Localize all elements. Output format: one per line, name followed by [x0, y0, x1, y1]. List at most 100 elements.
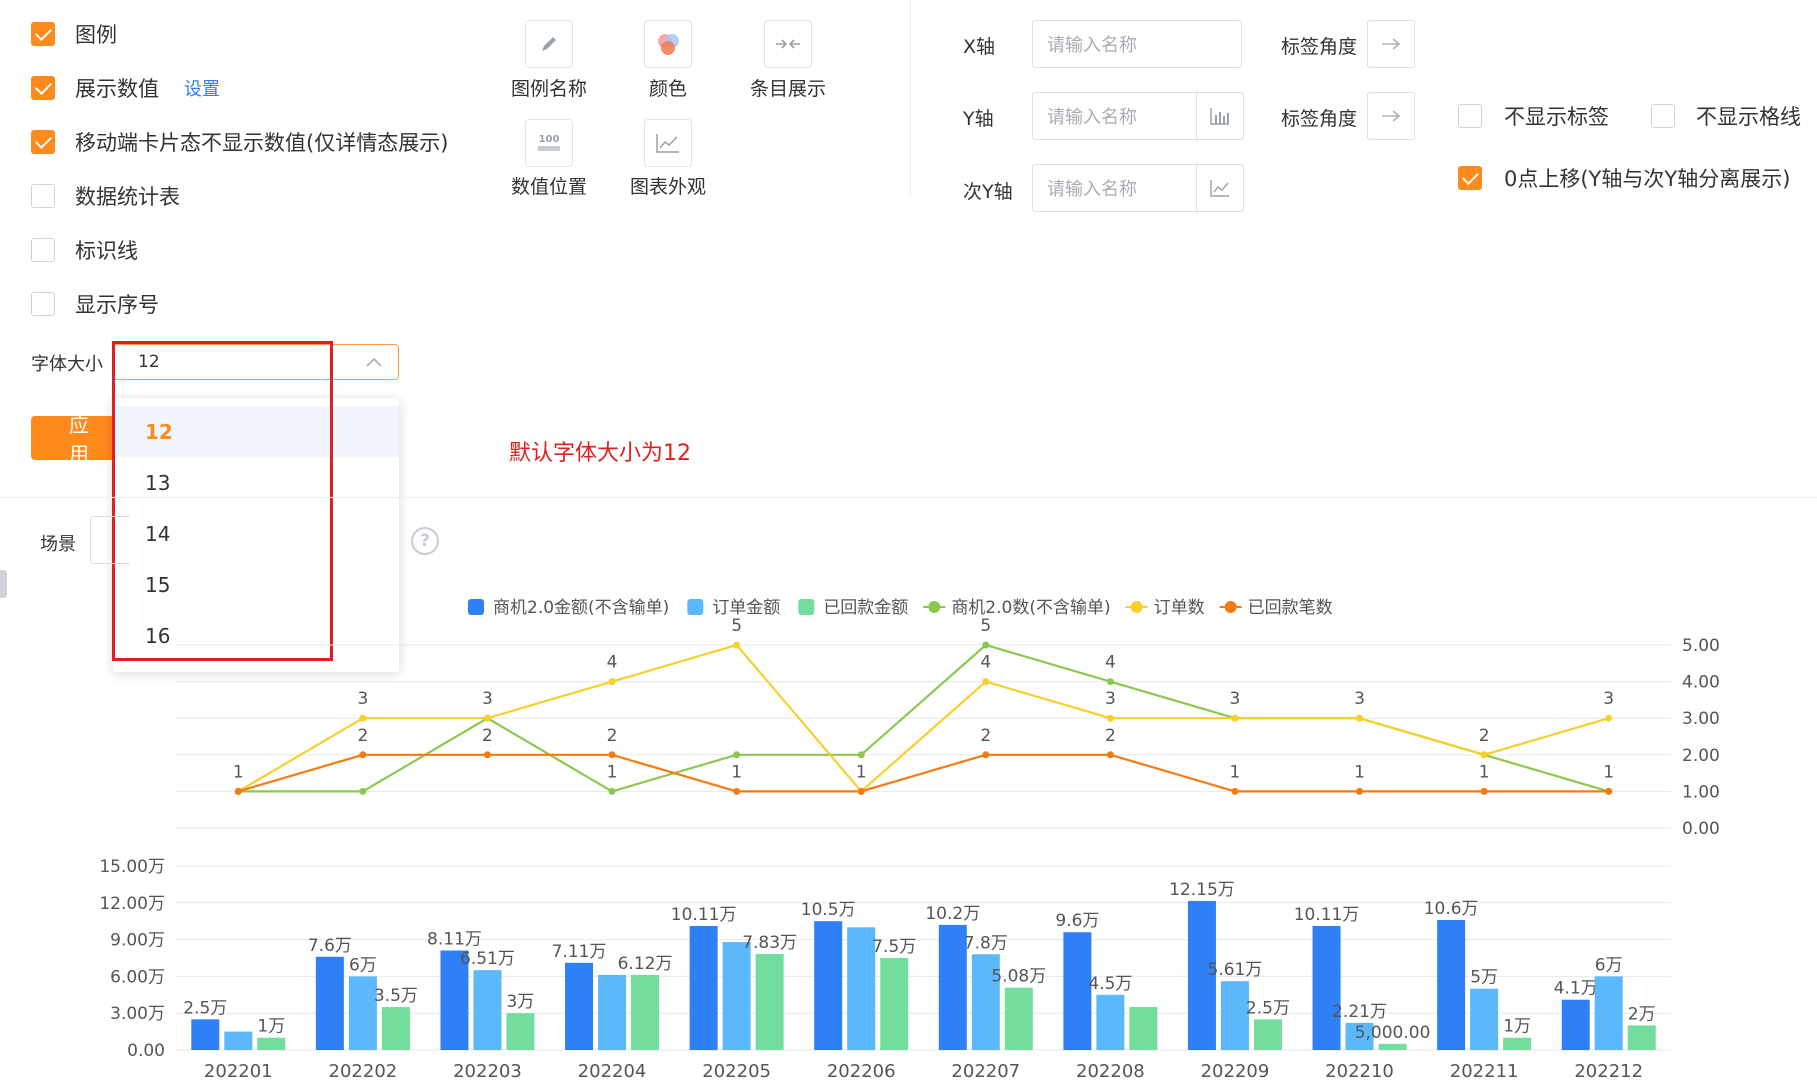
x-axis-name-input[interactable]: 请输入名称: [1032, 20, 1242, 68]
y2-tick-label-2: 2.00: [1682, 746, 1720, 766]
hide-grid-checkbox[interactable]: [1651, 104, 1675, 128]
bar-0-4: [689, 925, 718, 1050]
hide-labels-label: 不显示标签: [1504, 105, 1609, 129]
line-value-label-2-3: 2: [607, 726, 618, 746]
data-table-checkbox[interactable]: [31, 184, 55, 208]
bar-1-1: [348, 976, 377, 1050]
arrow-right-icon: [1382, 110, 1401, 122]
bar-value-label-2-3: 6.12万: [618, 954, 673, 974]
section-divider-vertical: [910, 0, 911, 195]
y2-axis-name-input[interactable]: 请输入名称: [1032, 164, 1244, 212]
bar-0-6: [938, 924, 967, 1050]
combo-chart: 商机2.0金额(不含输单) 订单金额 已回款金额 商机2.0数(不含输单) 订单数 已回款…: [99, 598, 1720, 1082]
legend-checkbox[interactable]: [31, 22, 55, 46]
x-tick-label-0: 202201: [204, 1061, 273, 1082]
y-tick-label-0: 0.00: [127, 1041, 165, 1061]
item-display-button[interactable]: [764, 20, 812, 68]
value-position-button[interactable]: 100: [525, 119, 573, 167]
legend-label-0: 商机2.0金额(不含输单): [493, 598, 669, 618]
legend-name-button[interactable]: [525, 20, 573, 68]
bar-2-8: [1253, 1019, 1282, 1050]
legend-label-5: 已回款笔数: [1248, 598, 1333, 618]
bar-value-label-1-10: 5万: [1470, 968, 1498, 988]
y2-tick-label-1: 1.00: [1682, 782, 1720, 802]
legend-marker-4: [1130, 601, 1143, 613]
bar-value-label-2-11: 2万: [1628, 1004, 1656, 1024]
mobile-hide-values-checkbox[interactable]: [31, 130, 55, 154]
legend-swatch-0: [468, 599, 484, 615]
bar-1-8: [1220, 981, 1249, 1050]
x-tick-label-8: 202209: [1201, 1061, 1270, 1082]
x-axis-angle-button[interactable]: [1367, 20, 1415, 68]
line-point-2-11: [1605, 787, 1613, 795]
bar-1-2: [473, 970, 502, 1050]
bar-value-label-1-6: 7.8万: [964, 933, 1008, 953]
x-tick-label-4: 202205: [702, 1061, 771, 1082]
collapse-arrows-icon: [776, 39, 800, 49]
bar-value-label-2-9: 5,000.00: [1355, 1023, 1431, 1043]
legend-label-2: 已回款金额: [823, 598, 908, 618]
bar-0-10: [1437, 919, 1466, 1050]
show-values-checkbox[interactable]: [31, 76, 55, 100]
bar-value-label-0-3: 7.11万: [552, 942, 607, 962]
line-point-1-11: [1605, 714, 1613, 722]
line-value-label-2-9: 1: [1354, 762, 1365, 782]
line-value-label-1-1: 3: [357, 689, 368, 709]
line-value-label-1-0: 1: [233, 762, 244, 782]
bar-0-3: [565, 962, 594, 1050]
bar-value-label-1-1: 6万: [349, 955, 377, 975]
line-point-1-6: [982, 678, 990, 686]
line-value-label-0-7: 4: [1105, 653, 1116, 673]
legend-label-3: 商机2.0数(不含输单): [951, 598, 1110, 618]
bar-value-label-0-8: 12.15万: [1169, 880, 1235, 900]
line-point-2-6: [982, 751, 990, 759]
bar-value-label-2-2: 3万: [507, 992, 535, 1012]
bar-0-11: [1561, 999, 1590, 1050]
value-position-label: 数值位置: [510, 176, 587, 198]
line-value-label-0-6: 5: [980, 616, 991, 636]
line-point-2-1: [359, 751, 367, 759]
bar-2-5: [880, 958, 909, 1050]
y-tick-label-3: 9.00万: [110, 931, 165, 951]
x-tick-label-7: 202208: [1076, 1061, 1145, 1082]
y2-axis-label: 次Y轴: [963, 181, 1013, 203]
hide-labels-checkbox[interactable]: [1458, 104, 1482, 128]
y2-tick-label-0: 0.00: [1682, 819, 1720, 839]
help-icon[interactable]: ?: [411, 527, 439, 555]
bar-1-10: [1470, 988, 1499, 1050]
color-button[interactable]: [644, 20, 692, 68]
color-label: 颜色: [648, 78, 687, 100]
y-axis-label: Y轴: [963, 108, 994, 130]
bar-value-label-1-2: 6.51万: [460, 949, 515, 969]
bar-2-3: [631, 974, 660, 1050]
y-axis-angle-button[interactable]: [1367, 92, 1415, 140]
bar-value-label-2-5: 7.5万: [872, 937, 916, 957]
legend-swatch-1: [687, 599, 704, 615]
zero-shift-checkbox[interactable]: [1458, 166, 1482, 190]
legend-name-label: 图例名称: [510, 78, 587, 100]
y-axis-name-input[interactable]: 请输入名称: [1032, 92, 1244, 140]
line-point-0-1: [359, 787, 367, 795]
line-value-label-2-4: 1: [731, 762, 742, 782]
line-point-1-8: [1231, 714, 1239, 722]
y2-axis-chart-type-button[interactable]: [1196, 164, 1244, 212]
show-index-checkbox[interactable]: [31, 292, 55, 316]
chart-appearance-button[interactable]: [644, 119, 692, 167]
show-values-settings-link[interactable]: 设置: [184, 75, 220, 101]
legend-label-4: 订单数: [1154, 598, 1205, 618]
line-value-label-2-7: 2: [1105, 726, 1116, 746]
y2-tick-label-5: 5.00: [1682, 636, 1720, 656]
line-point-2-9: [1356, 787, 1364, 795]
marker-line-checkbox[interactable]: [31, 238, 55, 262]
line-point-0-7: [1106, 678, 1114, 686]
y-axis-chart-type-button[interactable]: [1196, 92, 1244, 140]
line-value-label-2-8: 1: [1230, 762, 1241, 782]
scene-select[interactable]: [90, 516, 130, 564]
bar-value-label-0-2: 8.11万: [427, 930, 482, 950]
bar-0-9: [1312, 925, 1341, 1050]
line-point-0-5: [857, 751, 865, 759]
font-size-label: 字体大小: [31, 354, 103, 375]
chart-appearance-label: 图表外观: [629, 176, 706, 198]
bar-value-label-2-4: 7.83万: [742, 933, 797, 953]
bar-value-label-1-11: 6万: [1595, 955, 1623, 975]
